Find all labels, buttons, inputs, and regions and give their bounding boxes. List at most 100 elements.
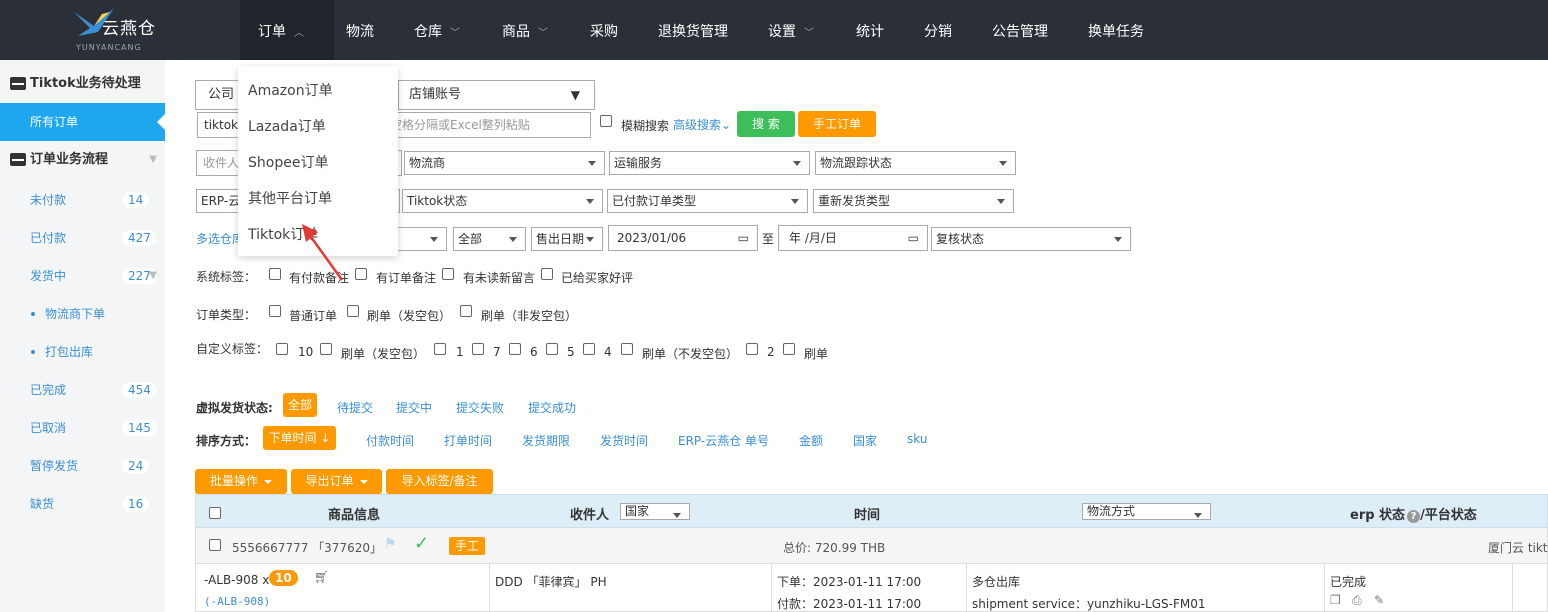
nav-announcements[interactable]: 公告管理 — [992, 21, 1048, 41]
tag-checkbox[interactable] — [541, 268, 553, 280]
virtual-filter-all[interactable]: 全部 — [283, 393, 317, 417]
sort-pay-time[interactable]: 付款时间 — [366, 432, 414, 449]
sidebar-item-completed[interactable]: 已完成 454 — [0, 371, 165, 409]
sidebar-group-tiktok[interactable]: Tiktok业务待处理 — [0, 63, 165, 105]
sidebar-sub-carrier-order[interactable]: 物流商下单 — [0, 295, 165, 333]
custom-tag-checkbox[interactable] — [276, 343, 288, 355]
sort-ship-time[interactable]: 发货时间 — [600, 432, 648, 449]
select-value: 物流方式 — [1087, 504, 1136, 518]
nav-warehouse[interactable]: 仓库 ﹀ — [414, 21, 460, 41]
date-type-select[interactable]: 售出日期 — [531, 227, 603, 251]
sidebar-item-all-orders[interactable]: 所有订单 — [0, 103, 165, 141]
fuzzy-search-checkbox[interactable] — [600, 115, 612, 127]
help-icon[interactable]: ? — [1407, 510, 1421, 523]
nav-order[interactable]: 订单 ︿ — [258, 21, 304, 41]
sidebar-item-unpaid[interactable]: 未付款 14 — [0, 181, 165, 219]
virtual-filter-failed[interactable]: 提交失败 — [456, 399, 504, 416]
nav-goods[interactable]: 商品 ﹀ — [502, 21, 548, 41]
sidebar-item-shipping[interactable]: 发货中 227 ▼ — [0, 257, 165, 295]
date-to-input[interactable]: 年 /月/日 ▭ — [778, 225, 928, 251]
menu-item-lazada[interactable]: Lazada订单 — [248, 116, 326, 136]
tag-checkbox[interactable] — [269, 268, 281, 280]
item-label: 物流商下单 — [45, 307, 106, 321]
custom-tag-checkbox[interactable] — [746, 343, 758, 355]
menu-item-other[interactable]: 其他平台订单 — [248, 188, 332, 208]
manual-order-button[interactable]: 手工订单 — [798, 111, 876, 137]
virtual-filter-submitting[interactable]: 提交中 — [396, 399, 432, 416]
custom-tag-checkbox[interactable] — [783, 343, 795, 355]
custom-tag-checkbox[interactable] — [320, 343, 332, 355]
menu-item-shopee[interactable]: Shopee订单 — [248, 152, 328, 172]
custom-tag-checkbox[interactable] — [583, 343, 595, 355]
sort-ship-deadline[interactable]: 发货期限 — [522, 432, 570, 449]
shipping-method-select[interactable]: 物流方式 — [1082, 503, 1211, 520]
button-label: 批量操作 — [209, 474, 258, 488]
select-all-checkbox[interactable] — [209, 507, 221, 519]
custom-tag-checkbox[interactable] — [472, 343, 484, 355]
logo[interactable]: 云燕仓 YUNYANCANG — [72, 6, 172, 54]
print-icon[interactable]: ⎙ — [1352, 593, 1362, 608]
sort-print-time[interactable]: 打单时间 — [444, 432, 492, 449]
sidebar-item-out-of-stock[interactable]: 缺货 16 — [0, 485, 165, 523]
custom-tag-checkbox[interactable] — [621, 343, 633, 355]
menu-item-amazon[interactable]: Amazon订单 — [248, 80, 333, 100]
all-select[interactable]: 全部 — [453, 227, 526, 251]
nav-returns[interactable]: 退换货管理 — [658, 21, 728, 41]
warehouse-select[interactable] — [395, 227, 447, 251]
country-select[interactable]: 国家 — [620, 503, 690, 520]
nav-settings[interactable]: 设置 ﹀ — [768, 21, 814, 41]
order-number[interactable]: 5556667777 「377620」 — [232, 539, 382, 556]
virtual-filter-success[interactable]: 提交成功 — [528, 399, 576, 416]
sidebar-item-cancelled[interactable]: 已取消 145 — [0, 409, 165, 447]
tiktok-status-select[interactable]: Tiktok状态 — [402, 189, 603, 213]
nav-stats[interactable]: 统计 — [856, 21, 884, 41]
tag-checkbox[interactable] — [355, 268, 367, 280]
sidebar-sub-pack-out[interactable]: 打包出库 — [0, 333, 165, 371]
export-orders-button[interactable]: 导出订单 — [291, 469, 382, 494]
batch-operations-button[interactable]: 批量操作 — [195, 469, 287, 494]
advanced-search-link[interactable]: 高级搜索⌄ — [673, 116, 731, 133]
sort-country[interactable]: 国家 — [853, 432, 877, 449]
multi-warehouse-link[interactable]: 多选仓库 — [196, 230, 244, 247]
sort-order-time[interactable]: 下单时间 ↓ — [263, 426, 336, 450]
nav-distribution[interactable]: 分销 — [924, 21, 952, 41]
sidebar-item-paid[interactable]: 已付款 427 — [0, 219, 165, 257]
sku-sub-link[interactable]: (-ALB-908) — [204, 595, 270, 608]
sidebar-item-paused[interactable]: 暂停发货 24 — [0, 447, 165, 485]
tag-label: 有订单备注 — [376, 271, 437, 285]
order-type-checkbox[interactable] — [460, 305, 472, 317]
nav-logistics[interactable]: 物流 — [346, 21, 374, 41]
nav-swap-tasks[interactable]: 换单任务 — [1088, 21, 1144, 41]
shop-account-select[interactable]: 店铺账号 ▼ — [398, 80, 595, 110]
order-checkbox[interactable] — [209, 539, 221, 551]
custom-tag-checkbox[interactable] — [546, 343, 558, 355]
virtual-filter-pending[interactable]: 待提交 — [337, 399, 373, 416]
sort-erp-number[interactable]: ERP-云燕仓 单号 — [678, 432, 769, 449]
calendar-icon[interactable]: ▭ — [738, 226, 749, 250]
edit-icon[interactable]: ✎ — [1374, 593, 1384, 607]
custom-tag-checkbox[interactable] — [509, 343, 521, 355]
reship-type-select[interactable]: 重新发货类型 — [813, 189, 1014, 213]
sidebar-group-flow[interactable]: 订单业务流程 ▼ — [0, 139, 165, 181]
flag-icon[interactable]: ⚑ — [384, 536, 397, 552]
chevron-down-icon: ▼ — [149, 270, 157, 281]
date-from-input[interactable]: 2023/01/06 ▭ — [608, 225, 758, 251]
custom-tag-checkbox[interactable] — [434, 343, 446, 355]
sort-sku[interactable]: sku — [907, 432, 927, 446]
nav-purchase[interactable]: 采购 — [590, 21, 618, 41]
import-tags-button[interactable]: 导入标签/备注 — [386, 469, 493, 494]
calendar-icon[interactable]: ▭ — [908, 226, 919, 250]
group-label: Tiktok业务待处理 — [30, 76, 141, 91]
logistics-select[interactable]: 物流商 — [404, 151, 605, 175]
review-status-select[interactable]: 复核状态 — [931, 227, 1131, 251]
tracking-status-select[interactable]: 物流跟踪状态 — [815, 151, 1016, 175]
paid-order-type-select[interactable]: 已付款订单类型 — [607, 189, 808, 213]
copy-icon[interactable]: ❐ — [1330, 593, 1341, 607]
order-type-checkbox[interactable] — [347, 305, 359, 317]
sort-amount[interactable]: 金额 — [799, 432, 823, 449]
cart-icon[interactable]: 🛒︎ — [314, 570, 329, 584]
order-type-checkbox[interactable] — [269, 305, 281, 317]
search-button[interactable]: 搜 索 — [737, 111, 795, 137]
tag-checkbox[interactable] — [442, 268, 454, 280]
shipping-service-select[interactable]: 运输服务 — [609, 151, 810, 175]
